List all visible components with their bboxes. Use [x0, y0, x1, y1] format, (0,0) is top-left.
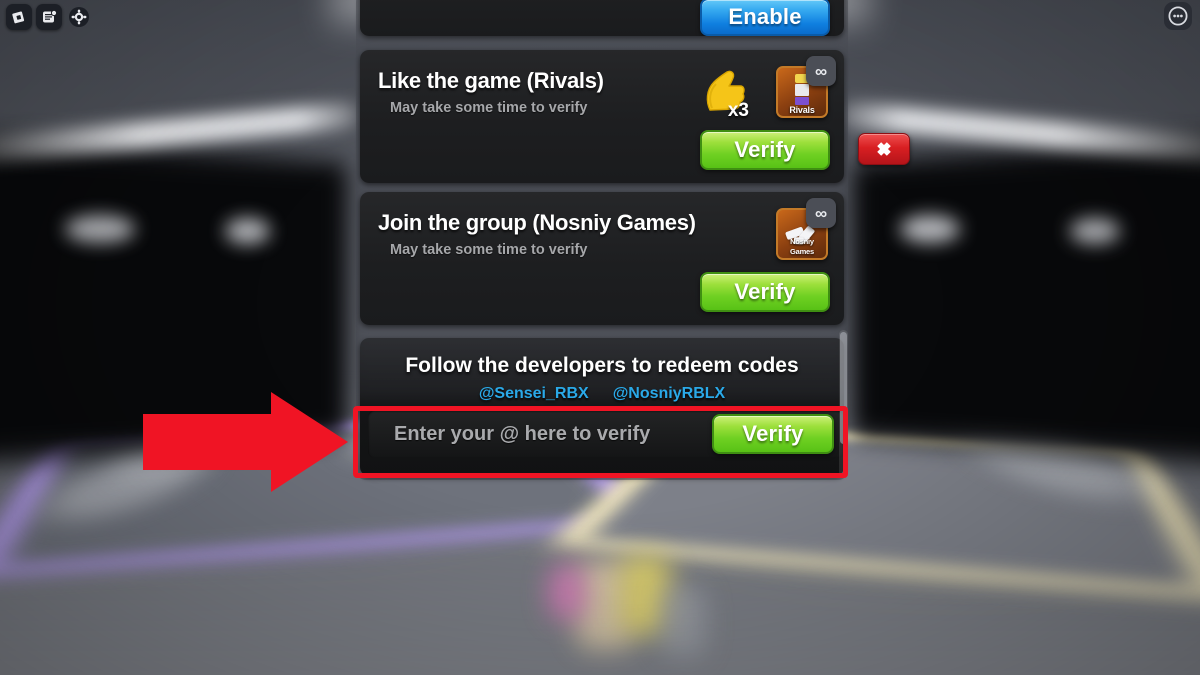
task-title: Like the game (Rivals) [378, 68, 604, 93]
reward-multiplier: x3 [727, 100, 749, 121]
close-dialog-button[interactable] [858, 133, 910, 165]
verify-button[interactable]: Verify [700, 272, 830, 312]
infinity-glyph: ∞ [814, 203, 828, 223]
task-card: Like the game (Rivals) May take some tim… [360, 50, 844, 183]
verify-button[interactable]: Verify [700, 130, 830, 170]
roblox-topbar [0, 0, 1200, 34]
tasks-panel: Enable Like the game (Rivals) May take s… [356, 0, 848, 480]
chat-icon[interactable] [36, 4, 62, 30]
panel-scrollbar[interactable] [839, 330, 848, 478]
task-card: Join the group (Nosniy Games) May take s… [360, 192, 844, 325]
infinity-badge-icon: ∞ [806, 56, 836, 86]
group-thumbnail-label: Nosniy Games [789, 237, 815, 256]
background-character [548, 565, 586, 620]
wall-light [65, 215, 135, 243]
scrollbar-thumb[interactable] [840, 332, 847, 444]
roblox-logo-icon[interactable] [6, 4, 32, 30]
developer-handle-nosniy[interactable]: @NosniyRBLX [613, 385, 726, 403]
infinity-glyph: ∞ [814, 61, 828, 81]
verify-button-follow[interactable]: Verify [712, 414, 834, 454]
wall-light [225, 218, 270, 244]
infinity-badge-icon: ∞ [806, 198, 836, 228]
verify-input-row: Verify [368, 410, 844, 458]
wall-light [900, 215, 960, 243]
more-options-icon[interactable] [1164, 2, 1192, 30]
wall-light [1070, 218, 1120, 244]
developer-handle-sensei[interactable]: @Sensei_RBX [479, 385, 589, 403]
follow-title: Follow the developers to redeem codes [405, 354, 799, 377]
follow-developers-card: Follow the developers to redeem codes @S… [360, 338, 844, 476]
task-subtitle: May take some time to verify [390, 100, 588, 116]
arrow-annotation [143, 392, 348, 492]
game-thumbnail-label: Rivals [789, 105, 815, 115]
task-title: Join the group (Nosniy Games) [378, 210, 696, 235]
close-icon [877, 142, 891, 156]
settings-gear-icon[interactable] [66, 4, 92, 30]
background-character [660, 587, 706, 657]
username-input[interactable] [394, 422, 694, 446]
task-subtitle: May take some time to verify [390, 242, 588, 258]
right-wall-alcove [853, 132, 1200, 468]
developer-handles: @Sensei_RBX @NosniyRBLX [360, 385, 844, 403]
